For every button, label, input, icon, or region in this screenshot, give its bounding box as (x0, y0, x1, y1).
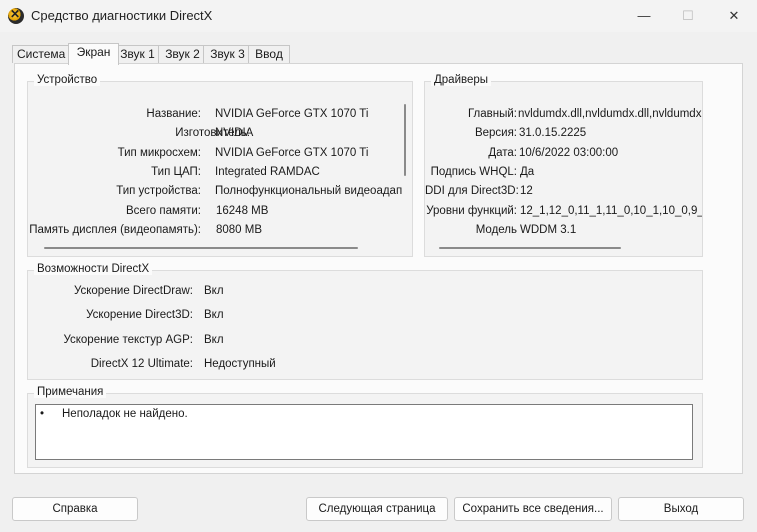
device-name-value: NVIDIA GeForce GTX 1070 Ti (215, 108, 369, 120)
direct3d-value: Вкл (204, 309, 224, 321)
total-memory-label: Всего памяти: (126, 205, 201, 217)
date-value: 10/6/2022 03:00:00 (519, 147, 619, 159)
direct3d-label: Ускорение Direct3D: (86, 309, 193, 321)
drivers-horizontal-scrollbar[interactable] (439, 247, 621, 249)
agp-label: Ускорение текстур AGP: (63, 334, 193, 346)
directdraw-label: Ускорение DirectDraw: (73, 285, 193, 297)
main-driver-label: Главный: (467, 108, 517, 120)
device-row: Название: NVIDIA GeForce GTX 1070 Ti (28, 105, 412, 123)
device-row: Тип ЦАП: Integrated RAMDAC (28, 163, 412, 181)
feature-row: Ускорение Direct3D: Вкл (28, 306, 702, 324)
tab-sound-3[interactable]: Звук 3 (203, 45, 252, 63)
dac-type-value: Integrated RAMDAC (215, 166, 320, 178)
version-label: Версия: (474, 127, 517, 139)
display-memory-label: Память дисплея (видеопамять): (29, 224, 201, 236)
device-name-label: Название: (146, 108, 201, 120)
notes-item: • Неполадок не найдено. (40, 408, 188, 420)
driver-row: Модель WDDM 3.1 (425, 221, 702, 239)
ddi-label: DDI для Direct3D: (425, 185, 519, 197)
maximize-button[interactable]: ☐ (665, 0, 711, 32)
device-row: Тип микросхем: NVIDIA GeForce GTX 1070 T… (28, 144, 412, 162)
tab-sound-2[interactable]: Звук 2 (158, 45, 207, 63)
help-button[interactable]: Справка (12, 497, 138, 521)
device-row: Всего памяти: 16248 MB (28, 202, 412, 220)
version-value: 31.0.15.2225 (519, 127, 587, 139)
device-row: Память дисплея (видеопамять): 8080 MB (28, 221, 412, 239)
notes-item-text: Неполадок не найдено. (62, 408, 188, 420)
title-bar: Средство диагностики DirectX — ☐ ✕ (0, 0, 757, 32)
chip-type-value: NVIDIA GeForce GTX 1070 Ti (215, 147, 369, 159)
device-row: Тип устройства: Полнофункциональный виде… (28, 182, 412, 200)
window-title: Средство диагностики DirectX (31, 8, 213, 23)
feature-levels-value: 12_1,12_0,11_1,11_0,10_1,10_0,9_3 (520, 205, 702, 217)
drivers-group: Драйверы Главный: nvldumdx.dll,nvldumdx.… (424, 74, 703, 257)
feature-levels-label: Уровни функций: (426, 205, 517, 217)
driver-model-label: Модель (475, 224, 517, 236)
driver-row: Подпись WHQL: Да (425, 163, 702, 181)
directx-features-group: Возможности DirectX Ускорение DirectDraw… (27, 263, 703, 380)
driver-model-value: WDDM 3.1 (520, 224, 577, 236)
bullet-icon: • (40, 408, 45, 420)
feature-row: Ускорение DirectDraw: Вкл (28, 282, 702, 300)
device-row: Изготовитель: NVIDIA (28, 124, 412, 142)
total-memory-value: 16248 MB (216, 205, 269, 217)
next-page-button[interactable]: Следующая страница (306, 497, 448, 521)
agp-value: Вкл (204, 334, 224, 346)
device-type-label: Тип устройства: (116, 185, 201, 197)
driver-row: Главный: nvldumdx.dll,nvldumdx.dll,nvldu… (425, 105, 702, 123)
driver-row: Версия: 31.0.15.2225 (425, 124, 702, 142)
save-all-info-button[interactable]: Сохранить все сведения... (454, 497, 612, 521)
device-vertical-scrollbar[interactable] (404, 104, 406, 176)
manufacturer-value: NVIDIA (215, 127, 254, 139)
chip-type-label: Тип микросхем: (117, 147, 201, 159)
driver-row: Дата: 10/6/2022 03:00:00 (425, 144, 702, 162)
tab-display[interactable]: Экран (68, 43, 119, 65)
dac-type-label: Тип ЦАП: (151, 166, 201, 178)
dx12-ultimate-value: Недоступный (204, 358, 276, 370)
close-button[interactable]: ✕ (711, 0, 757, 32)
exit-button[interactable]: Выход (618, 497, 744, 521)
ddi-value: 12 (520, 185, 533, 197)
device-type-value: Полнофункциональный видеоадап (215, 185, 403, 197)
date-label: Дата: (488, 147, 517, 159)
tab-input[interactable]: Ввод (248, 45, 290, 63)
tab-system[interactable]: Система (12, 45, 69, 63)
minimize-button[interactable]: — (621, 0, 667, 32)
whql-label: Подпись WHQL: (430, 166, 517, 178)
driver-row: Уровни функций: 12_1,12_0,11_1,11_0,10_1… (425, 202, 702, 220)
device-group: Устройство Название: NVIDIA GeForce GTX … (27, 74, 413, 257)
display-memory-value: 8080 MB (216, 224, 263, 236)
feature-row: Ускорение текстур AGP: Вкл (28, 331, 702, 349)
device-horizontal-scrollbar[interactable] (44, 247, 358, 249)
directx-app-icon (8, 7, 24, 24)
feature-row: DirectX 12 Ultimate: Недоступный (28, 355, 702, 373)
notes-title: Примечания (34, 386, 107, 398)
main-driver-value: nvldumdx.dll,nvldumdx.dll,nvldumdx.d (518, 108, 702, 120)
tab-sound-1[interactable]: Звук 1 (113, 45, 162, 63)
dx12-ultimate-label: DirectX 12 Ultimate: (90, 358, 193, 370)
notes-text-area[interactable]: • Неполадок не найдено. (35, 404, 693, 460)
driver-row: DDI для Direct3D: 12 (425, 182, 702, 200)
directdraw-value: Вкл (204, 285, 224, 297)
whql-value: Да (520, 166, 535, 178)
